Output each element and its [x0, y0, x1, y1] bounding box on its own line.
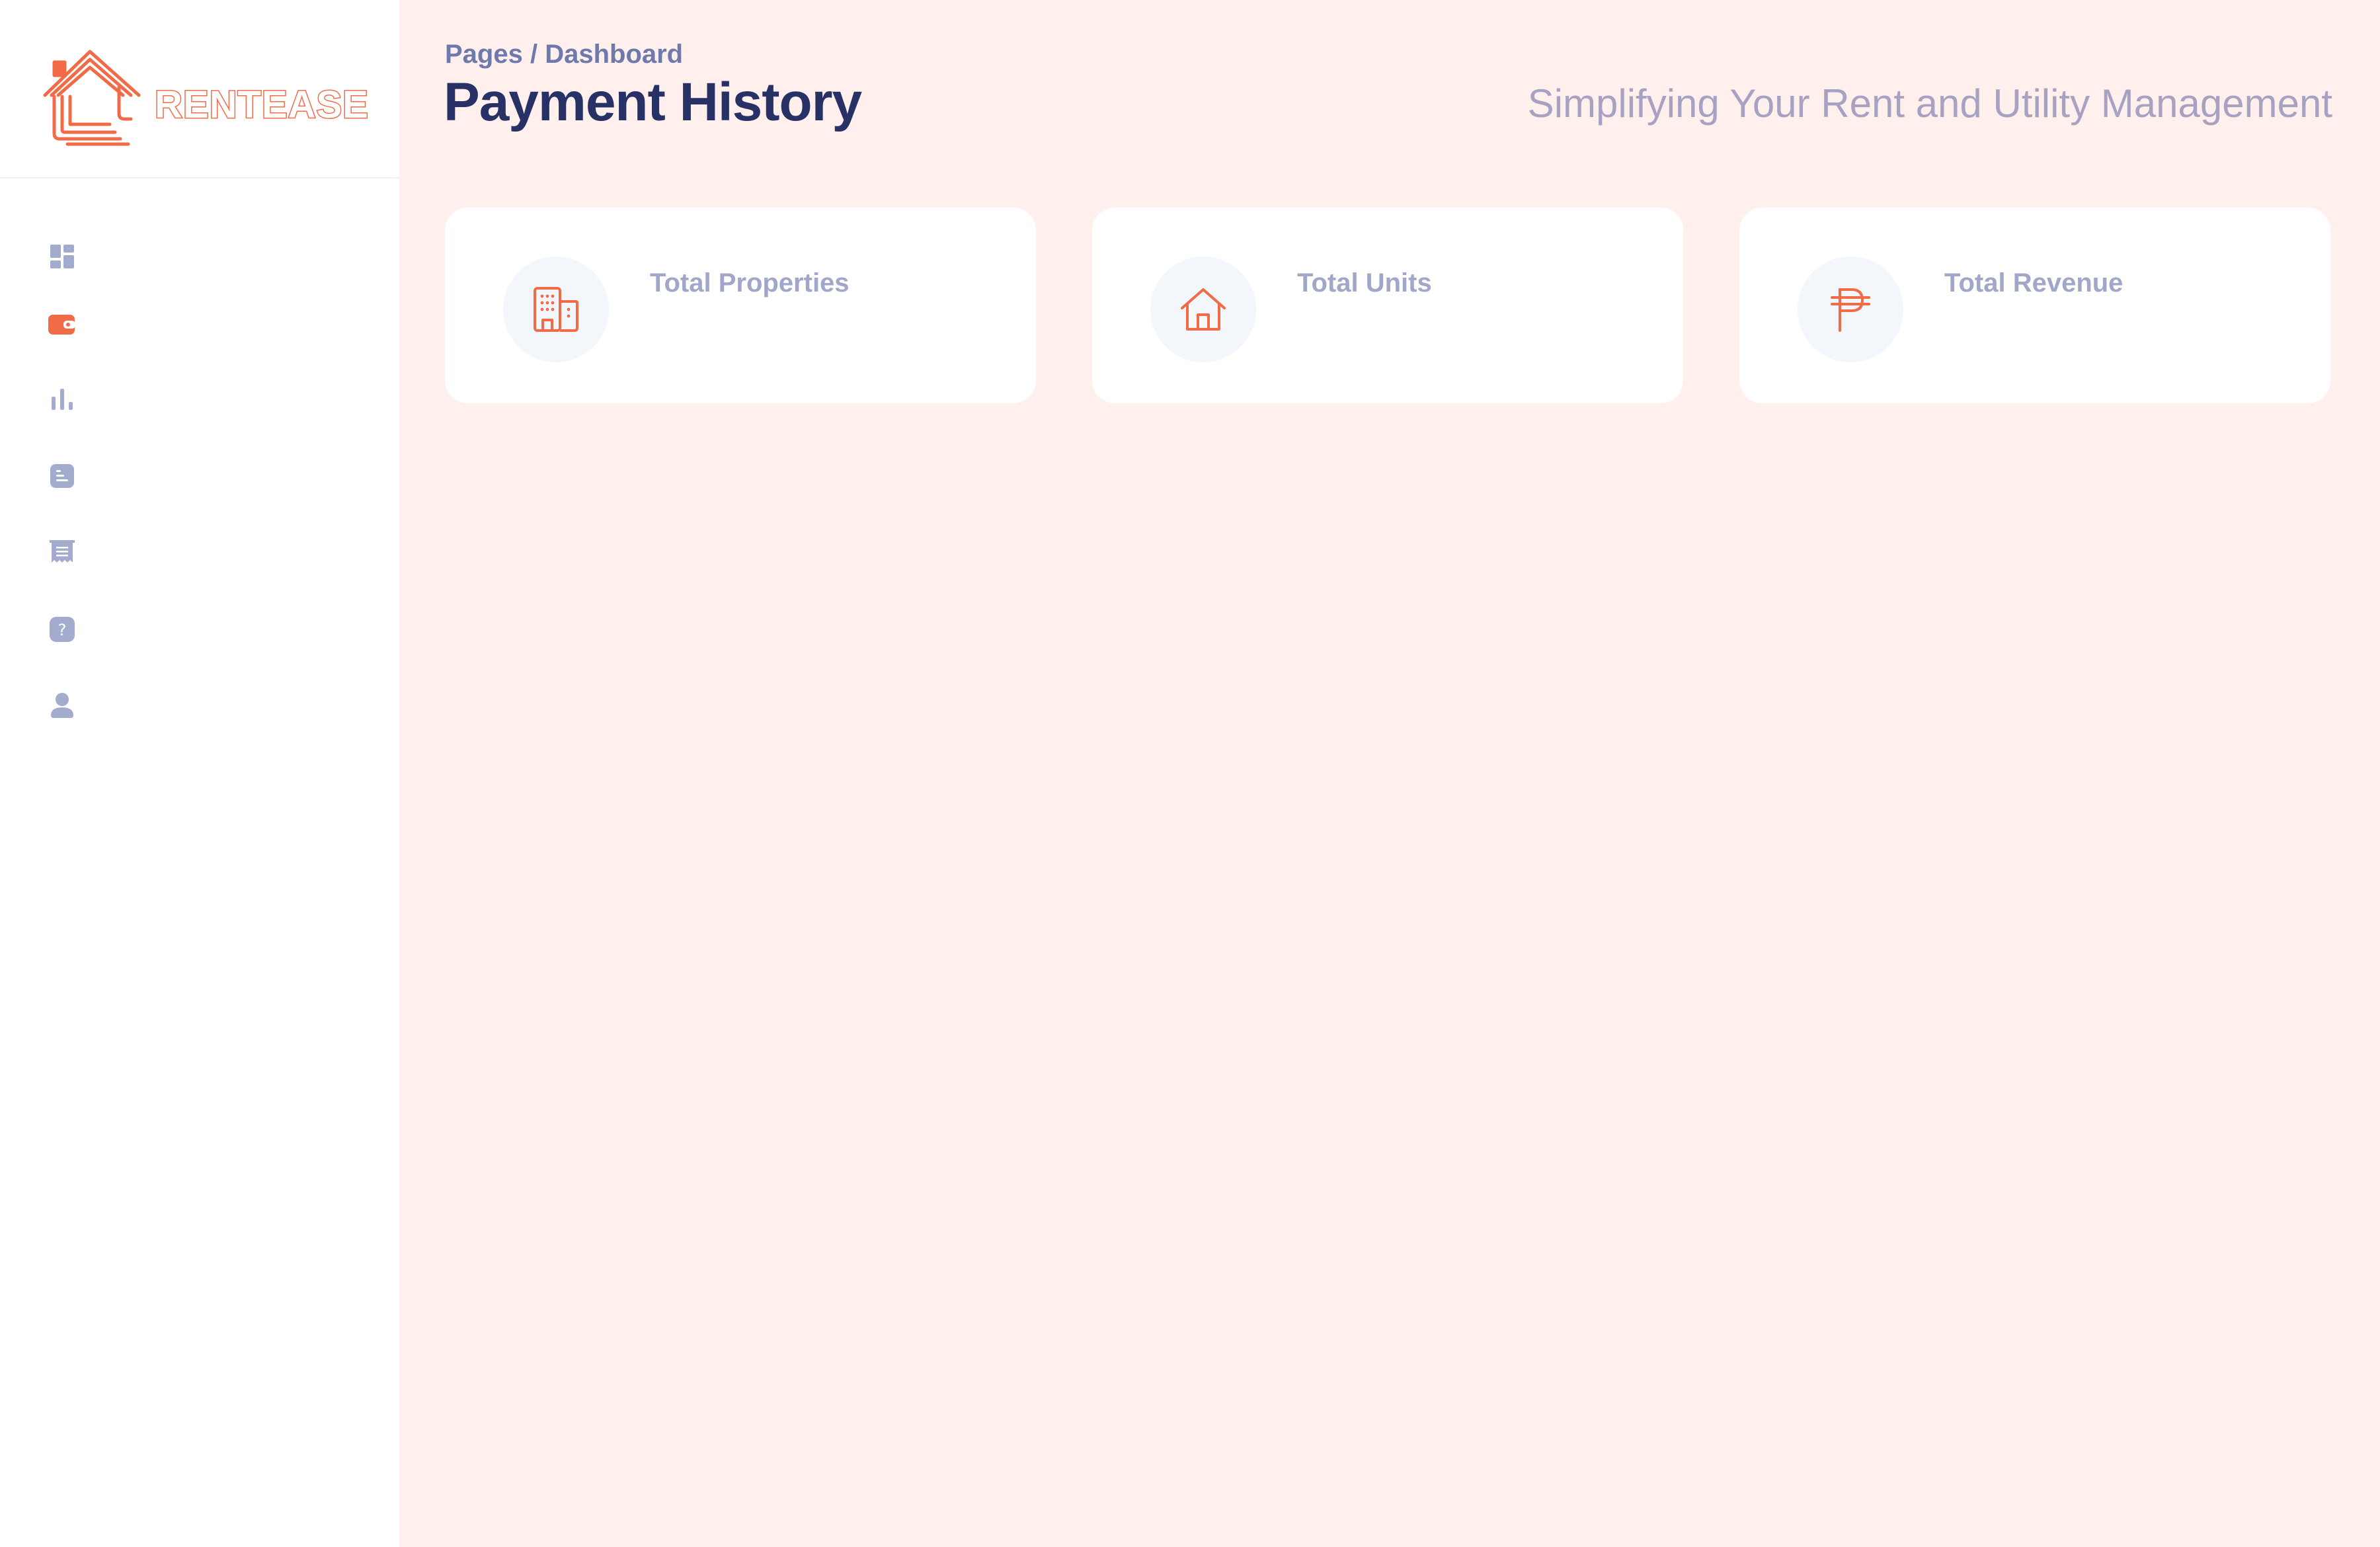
help-icon: ? [50, 617, 75, 642]
peso-icon [1831, 288, 1870, 332]
tagline: Simplifying Your Rent and Utility Manage… [1527, 81, 2332, 126]
sidebar-item-help[interactable]: ? [48, 615, 77, 644]
sidebar-item-bills[interactable] [48, 537, 77, 566]
sidebar: RENTEASE ? [0, 0, 399, 1547]
svg-text:?: ? [58, 621, 67, 639]
stat-icon-circle [503, 257, 609, 362]
receipt-icon [50, 540, 75, 563]
document-icon [50, 464, 74, 488]
sidebar-item-payments[interactable] [48, 309, 77, 338]
sidebar-item-documents[interactable] [48, 461, 77, 491]
stat-icon-circle [1798, 257, 1903, 362]
sidebar-item-dashboard[interactable] [48, 242, 77, 271]
stat-label: Total Units [1297, 268, 1432, 298]
stat-card-properties: Total Properties [445, 208, 1036, 403]
stat-label: Total Properties [650, 268, 850, 298]
dashboard-icon [50, 245, 74, 268]
house-icon [1181, 288, 1226, 331]
stat-card-revenue: Total Revenue [1739, 208, 2330, 403]
sidebar-item-reports[interactable] [48, 385, 77, 414]
building-icon [534, 287, 578, 332]
wallet-icon [48, 315, 75, 335]
sidebar-item-profile[interactable] [48, 690, 77, 719]
stat-icon-circle [1150, 257, 1256, 362]
logo[interactable]: RENTEASE [41, 48, 369, 147]
sidebar-divider [0, 177, 399, 178]
logo-text: RENTEASE [154, 82, 370, 127]
bar-chart-icon [52, 389, 73, 410]
house-logo-icon [43, 50, 141, 146]
breadcrumb: Pages / Dashboard [445, 40, 684, 69]
stat-card-units: Total Units [1092, 208, 1683, 403]
user-icon [51, 693, 73, 718]
page-title: Payment History [444, 72, 862, 132]
stat-label: Total Revenue [1944, 268, 2123, 298]
